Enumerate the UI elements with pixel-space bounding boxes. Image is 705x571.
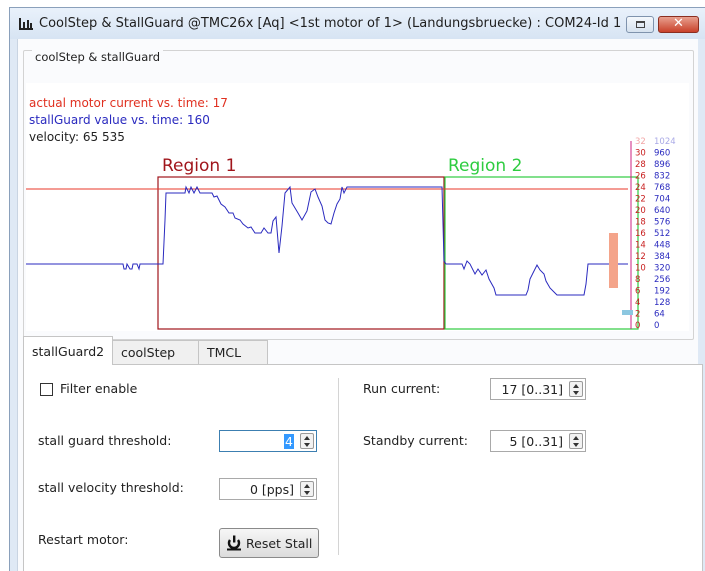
legend-velocity: velocity: 65 535 [29, 130, 125, 144]
scale-right-label: 960 [654, 149, 670, 159]
scale-left-label: 12 [635, 252, 646, 262]
scale-left-label: 10 [635, 264, 646, 274]
tab-tmcl[interactable]: TMCL [198, 340, 268, 364]
stall-guard-threshold-spinbox[interactable]: 4 [219, 430, 317, 452]
current-level-bar [609, 233, 618, 288]
spin-arrows-icon[interactable] [569, 433, 583, 449]
coolstep-stallguard-group: coolStep & stallGuard actual motor curre… [23, 50, 694, 340]
restart-motor-label: Restart motor: [38, 532, 129, 547]
scale-left-label: 18 [635, 218, 646, 228]
scale-right-label: 576 [654, 218, 670, 228]
region-2-label: Region 2 [448, 156, 522, 176]
scale-right-label: 192 [654, 287, 670, 297]
legend-current: actual motor current vs. time: 17 [29, 96, 228, 110]
scale-right-label: 448 [654, 241, 670, 251]
stall-velocity-threshold-spinbox[interactable]: 0 [pps] [219, 478, 317, 500]
run-current-label: Run current: [363, 381, 441, 396]
group-title: coolStep & stallGuard [32, 50, 164, 64]
scale-left-labels: 32302826242220181614121086420 [635, 137, 646, 331]
panel-divider [338, 378, 339, 555]
spin-arrows-icon[interactable] [300, 433, 314, 449]
scale-right-label: 384 [654, 252, 670, 262]
run-current-spinbox[interactable]: 17 [0..31] [490, 378, 586, 400]
stall-velocity-threshold-value: 0 [pps] [249, 482, 294, 497]
scale-left-label: 32 [635, 137, 646, 147]
scale-left-label: 14 [635, 241, 646, 251]
scale-right-label: 64 [654, 310, 665, 320]
stall-guard-threshold-label: stall guard threshold: [38, 433, 172, 448]
stallguard-level-bar [622, 310, 633, 315]
scale-right-label: 1024 [654, 137, 676, 147]
close-button[interactable]: ✕ [658, 16, 699, 33]
scale-left-label: 8 [635, 275, 640, 285]
plot-svg: actual motor current vs. time: 17 stallG… [26, 96, 676, 331]
scale-right-label: 128 [654, 298, 670, 308]
scale-right-label: 512 [654, 229, 670, 239]
tab-stallguard2[interactable]: stallGuard2 [23, 336, 113, 365]
scale-left-label: 24 [635, 183, 646, 193]
scale-left-label: 6 [635, 287, 640, 297]
scale-right-label: 0 [654, 321, 659, 331]
chart-app-icon [19, 18, 33, 30]
scale-right-label: 768 [654, 183, 670, 193]
spin-arrows-icon[interactable] [569, 381, 583, 397]
client-area: coolStep & stallGuard actual motor curre… [17, 39, 703, 571]
restore-button[interactable] [626, 16, 654, 33]
title-bar[interactable]: CoolStep & StallGuard @TMC26x [Aq] <1st … [10, 8, 705, 39]
scale-left-label: 16 [635, 229, 646, 239]
stall-velocity-threshold-label: stall velocity threshold: [38, 480, 184, 495]
reset-stall-label: Reset Stall [246, 536, 313, 551]
standby-current-value: 5 [0..31] [509, 434, 564, 449]
standby-current-label: Standby current: [363, 433, 468, 448]
scale-right-labels: 1024960896832768704640576512448384320256… [654, 137, 676, 331]
scale-left-label: 26 [635, 172, 646, 182]
filter-enable-label: Filter enable [60, 381, 138, 396]
plot-area: actual motor current vs. time: 17 stallG… [26, 83, 689, 331]
stall-guard-threshold-value: 4 [284, 434, 294, 449]
stallguard2-panel: Filter enable stall guard threshold: 4 s… [23, 364, 703, 571]
app-window: CoolStep & StallGuard @TMC26x [Aq] <1st … [9, 7, 705, 571]
standby-current-spinbox[interactable]: 5 [0..31] [490, 430, 586, 452]
legend-stallguard: stallGuard value vs. time: 160 [29, 113, 210, 127]
scale-left-label: 30 [635, 149, 646, 159]
spin-arrows-icon[interactable] [300, 481, 314, 497]
region-1-box [157, 176, 445, 330]
run-current-value: 17 [0..31] [501, 382, 563, 397]
scale-left-label: 28 [635, 160, 646, 170]
tab-bar: stallGuard2 coolStep TMCL [23, 336, 703, 365]
restart-icon [227, 535, 241, 551]
scale-right-label: 256 [654, 275, 670, 285]
region-1-label: Region 1 [162, 156, 236, 176]
scale-right-label: 704 [654, 195, 670, 205]
scale-left-label: 0 [635, 321, 640, 331]
scale-left-label: 20 [635, 206, 646, 216]
scale-right-label: 320 [654, 264, 670, 274]
stallguard-trace [26, 185, 628, 296]
restore-icon [636, 21, 645, 28]
close-icon: ✕ [673, 16, 684, 31]
scale-right-label: 640 [654, 206, 670, 216]
scale-right-label: 832 [654, 172, 670, 182]
scale-left-label: 4 [635, 298, 640, 308]
filter-enable-checkbox[interactable] [40, 383, 53, 396]
reset-stall-button[interactable]: Reset Stall [219, 528, 319, 558]
scale-right-label: 896 [654, 160, 670, 170]
tab-coolstep[interactable]: coolStep [112, 340, 199, 364]
scale-left-label: 2 [635, 310, 640, 320]
scale-left-label: 22 [635, 195, 646, 205]
window-title: CoolStep & StallGuard @TMC26x [Aq] <1st … [39, 16, 622, 31]
